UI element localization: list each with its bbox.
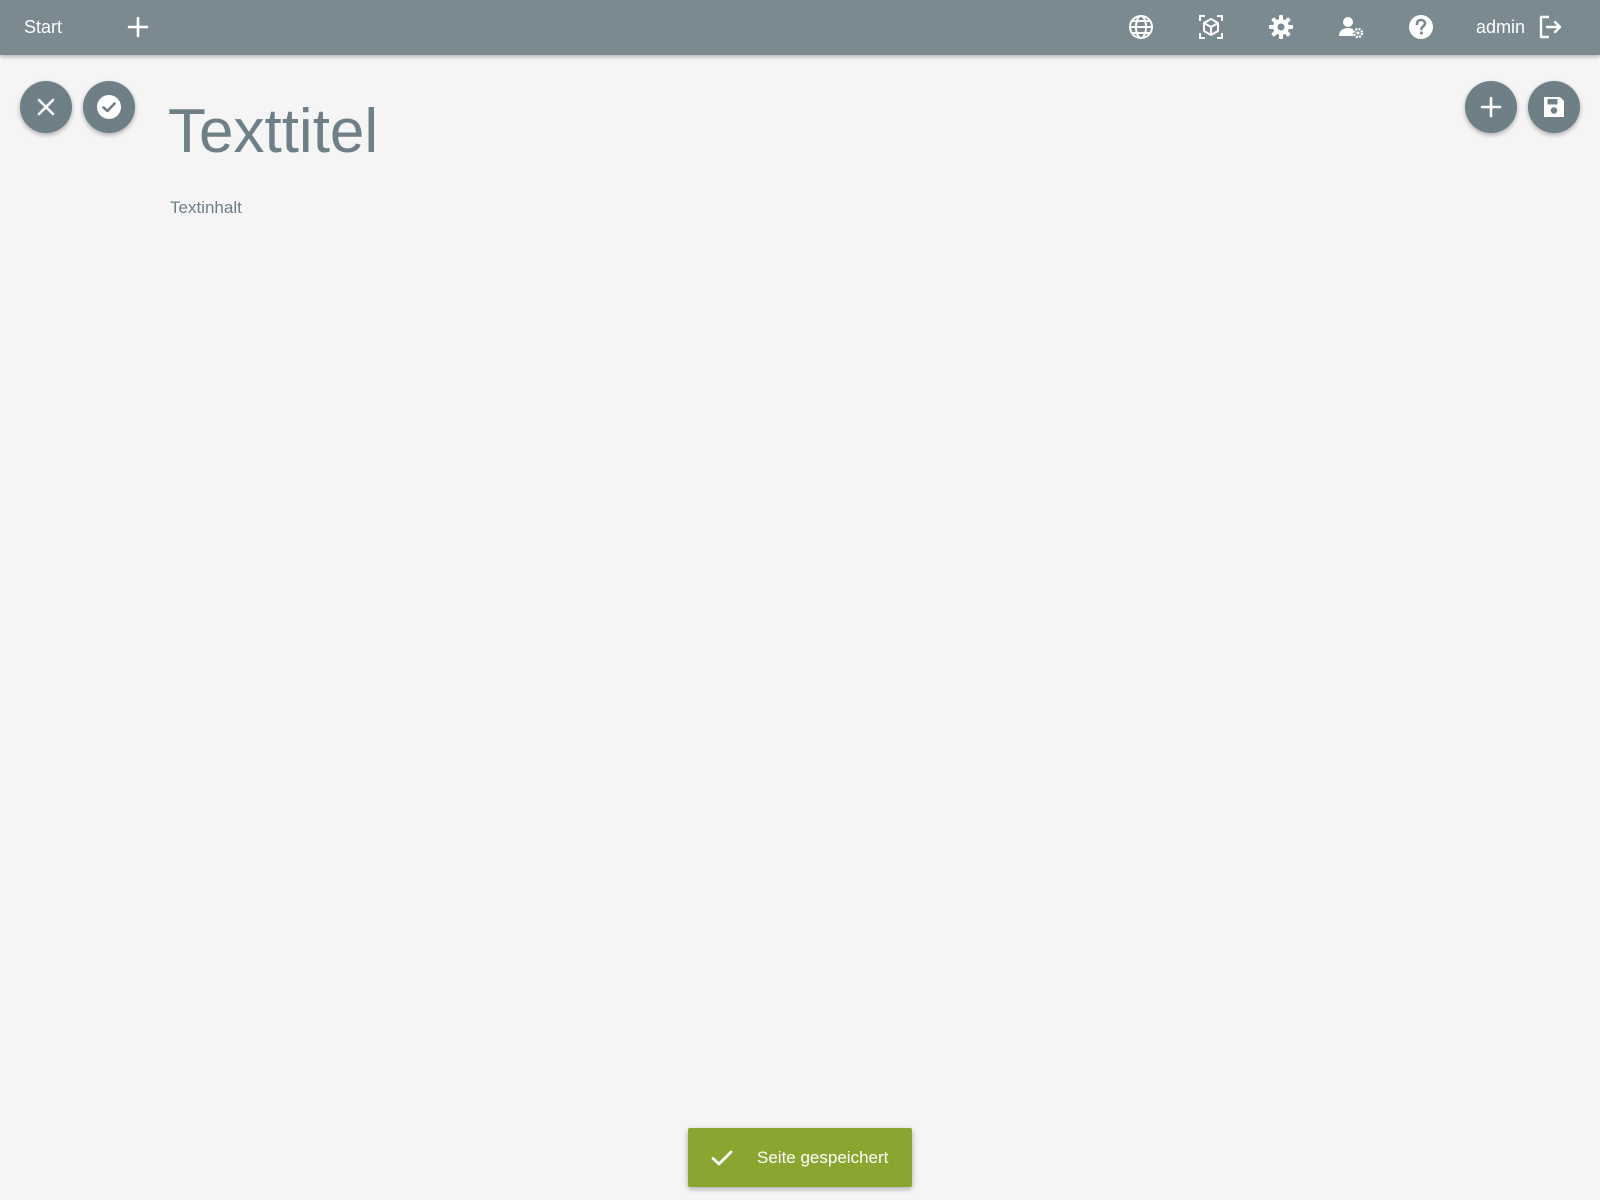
- help-icon[interactable]: [1406, 12, 1436, 42]
- confirm-button[interactable]: [83, 81, 135, 133]
- page-title[interactable]: Texttitel: [168, 96, 378, 167]
- close-icon: [37, 98, 55, 116]
- user-settings-icon[interactable]: [1336, 12, 1366, 42]
- save-icon: [1544, 97, 1564, 117]
- cancel-button[interactable]: [20, 81, 72, 133]
- add-button[interactable]: [1465, 81, 1517, 133]
- globe-icon[interactable]: [1126, 12, 1156, 42]
- logout-icon[interactable]: [1535, 12, 1565, 42]
- page-content-text[interactable]: Textinhalt: [170, 198, 242, 218]
- add-icon: [1480, 96, 1502, 118]
- check-icon: [711, 1150, 733, 1166]
- add-page-icon[interactable]: [123, 12, 153, 42]
- start-link[interactable]: Start: [24, 0, 62, 55]
- cube-scan-icon[interactable]: [1196, 12, 1226, 42]
- toast-message: Seite gespeichert: [757, 1148, 889, 1167]
- check-circle-icon: [97, 95, 121, 119]
- gear-icon[interactable]: [1266, 12, 1296, 42]
- save-notification-toast: Seite gespeichert: [688, 1128, 912, 1187]
- username-label: admin: [1476, 17, 1526, 37]
- top-navigation-bar: Start admin: [0, 0, 1600, 55]
- save-button[interactable]: [1528, 81, 1580, 133]
